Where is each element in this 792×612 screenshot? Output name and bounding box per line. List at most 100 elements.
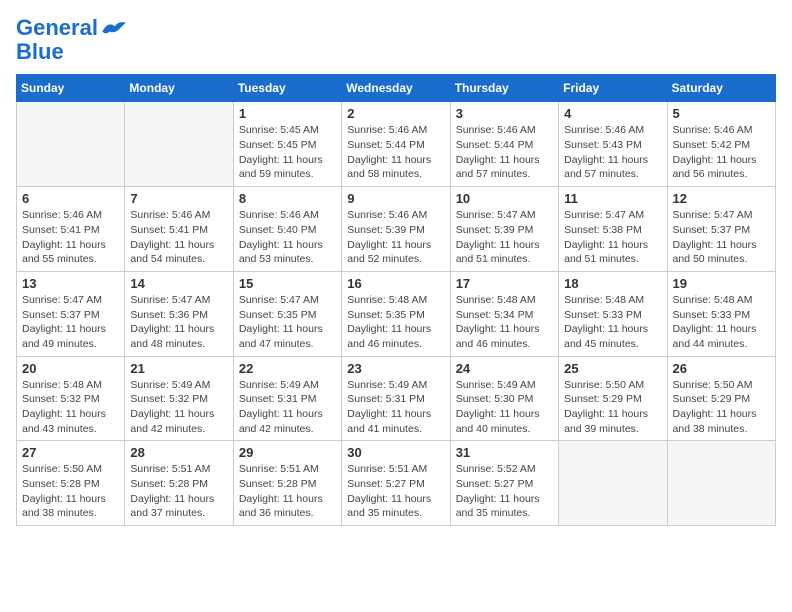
- day-number: 20: [22, 361, 119, 376]
- calendar-cell: 3 Sunrise: 5:46 AMSunset: 5:44 PMDaylight…: [450, 102, 558, 187]
- calendar-table: SundayMondayTuesdayWednesdayThursdayFrid…: [16, 74, 776, 526]
- calendar-header-monday: Monday: [125, 75, 233, 102]
- calendar-cell: 6 Sunrise: 5:46 AMSunset: 5:41 PMDaylight…: [17, 187, 125, 272]
- day-detail: Sunrise: 5:48 AMSunset: 5:33 PMDaylight:…: [673, 293, 770, 352]
- calendar-header-tuesday: Tuesday: [233, 75, 341, 102]
- day-number: 17: [456, 276, 553, 291]
- day-detail: Sunrise: 5:48 AMSunset: 5:34 PMDaylight:…: [456, 293, 553, 352]
- calendar-cell: [667, 441, 775, 526]
- day-detail: Sunrise: 5:47 AMSunset: 5:37 PMDaylight:…: [22, 293, 119, 352]
- day-number: 19: [673, 276, 770, 291]
- day-number: 3: [456, 106, 553, 121]
- day-detail: Sunrise: 5:46 AMSunset: 5:42 PMDaylight:…: [673, 123, 770, 182]
- day-number: 15: [239, 276, 336, 291]
- day-number: 4: [564, 106, 661, 121]
- calendar-week-row: 13 Sunrise: 5:47 AMSunset: 5:37 PMDayligh…: [17, 271, 776, 356]
- day-number: 7: [130, 191, 227, 206]
- calendar-cell: 10 Sunrise: 5:47 AMSunset: 5:39 PMDayligh…: [450, 187, 558, 272]
- day-number: 18: [564, 276, 661, 291]
- day-detail: Sunrise: 5:46 AMSunset: 5:41 PMDaylight:…: [22, 208, 119, 267]
- day-number: 24: [456, 361, 553, 376]
- day-number: 13: [22, 276, 119, 291]
- day-detail: Sunrise: 5:47 AMSunset: 5:37 PMDaylight:…: [673, 208, 770, 267]
- calendar-cell: 21 Sunrise: 5:49 AMSunset: 5:32 PMDayligh…: [125, 356, 233, 441]
- day-detail: Sunrise: 5:45 AMSunset: 5:45 PMDaylight:…: [239, 123, 336, 182]
- day-detail: Sunrise: 5:47 AMSunset: 5:35 PMDaylight:…: [239, 293, 336, 352]
- logo-blue-text: Blue: [16, 40, 64, 64]
- calendar-cell: 24 Sunrise: 5:49 AMSunset: 5:30 PMDayligh…: [450, 356, 558, 441]
- calendar-cell: 17 Sunrise: 5:48 AMSunset: 5:34 PMDayligh…: [450, 271, 558, 356]
- calendar-cell: 25 Sunrise: 5:50 AMSunset: 5:29 PMDayligh…: [559, 356, 667, 441]
- calendar-cell: 28Sunrise: 5:51 AMSunset: 5:28 PMDayligh…: [125, 441, 233, 526]
- day-detail: Sunrise: 5:51 AMSunset: 5:27 PMDaylight:…: [347, 462, 444, 521]
- calendar-cell: 14Sunrise: 5:47 AMSunset: 5:36 PMDayligh…: [125, 271, 233, 356]
- calendar-cell: 11Sunrise: 5:47 AMSunset: 5:38 PMDayligh…: [559, 187, 667, 272]
- day-number: 25: [564, 361, 661, 376]
- calendar-cell: 1 Sunrise: 5:45 AMSunset: 5:45 PMDaylight…: [233, 102, 341, 187]
- day-detail: Sunrise: 5:48 AMSunset: 5:35 PMDaylight:…: [347, 293, 444, 352]
- day-detail: Sunrise: 5:48 AMSunset: 5:33 PMDaylight:…: [564, 293, 661, 352]
- calendar-cell: [559, 441, 667, 526]
- calendar-cell: 9Sunrise: 5:46 AMSunset: 5:39 PMDaylight…: [342, 187, 450, 272]
- calendar-cell: 23 Sunrise: 5:49 AMSunset: 5:31 PMDayligh…: [342, 356, 450, 441]
- day-detail: Sunrise: 5:49 AMSunset: 5:32 PMDaylight:…: [130, 378, 227, 437]
- day-detail: Sunrise: 5:50 AMSunset: 5:29 PMDaylight:…: [564, 378, 661, 437]
- day-number: 30: [347, 445, 444, 460]
- day-number: 26: [673, 361, 770, 376]
- calendar-week-row: 20Sunrise: 5:48 AMSunset: 5:32 PMDayligh…: [17, 356, 776, 441]
- day-detail: Sunrise: 5:49 AMSunset: 5:30 PMDaylight:…: [456, 378, 553, 437]
- day-number: 29: [239, 445, 336, 460]
- day-number: 10: [456, 191, 553, 206]
- day-detail: Sunrise: 5:52 AMSunset: 5:27 PMDaylight:…: [456, 462, 553, 521]
- day-detail: Sunrise: 5:46 AMSunset: 5:43 PMDaylight:…: [564, 123, 661, 182]
- calendar-cell: 2Sunrise: 5:46 AMSunset: 5:44 PMDaylight…: [342, 102, 450, 187]
- calendar-header-thursday: Thursday: [450, 75, 558, 102]
- day-number: 27: [22, 445, 119, 460]
- day-number: 2: [347, 106, 444, 121]
- day-number: 5: [673, 106, 770, 121]
- day-detail: Sunrise: 5:49 AMSunset: 5:31 PMDaylight:…: [239, 378, 336, 437]
- day-detail: Sunrise: 5:47 AMSunset: 5:38 PMDaylight:…: [564, 208, 661, 267]
- logo-bird-icon: [100, 19, 128, 37]
- calendar-cell: 5 Sunrise: 5:46 AMSunset: 5:42 PMDaylight…: [667, 102, 775, 187]
- calendar-header-wednesday: Wednesday: [342, 75, 450, 102]
- day-number: 6: [22, 191, 119, 206]
- calendar-header-saturday: Saturday: [667, 75, 775, 102]
- day-number: 22: [239, 361, 336, 376]
- day-detail: Sunrise: 5:50 AMSunset: 5:28 PMDaylight:…: [22, 462, 119, 521]
- calendar-week-row: 1 Sunrise: 5:45 AMSunset: 5:45 PMDaylight…: [17, 102, 776, 187]
- day-number: 31: [456, 445, 553, 460]
- logo-text: General: [16, 16, 98, 40]
- calendar-cell: 18 Sunrise: 5:48 AMSunset: 5:33 PMDayligh…: [559, 271, 667, 356]
- day-number: 16: [347, 276, 444, 291]
- day-detail: Sunrise: 5:49 AMSunset: 5:31 PMDaylight:…: [347, 378, 444, 437]
- calendar-cell: 22 Sunrise: 5:49 AMSunset: 5:31 PMDayligh…: [233, 356, 341, 441]
- day-detail: Sunrise: 5:51 AMSunset: 5:28 PMDaylight:…: [239, 462, 336, 521]
- calendar-cell: 29 Sunrise: 5:51 AMSunset: 5:28 PMDayligh…: [233, 441, 341, 526]
- calendar-header-sunday: Sunday: [17, 75, 125, 102]
- day-detail: Sunrise: 5:51 AMSunset: 5:28 PMDaylight:…: [130, 462, 227, 521]
- calendar-week-row: 27 Sunrise: 5:50 AMSunset: 5:28 PMDayligh…: [17, 441, 776, 526]
- day-detail: Sunrise: 5:46 AMSunset: 5:40 PMDaylight:…: [239, 208, 336, 267]
- calendar-cell: 15 Sunrise: 5:47 AMSunset: 5:35 PMDayligh…: [233, 271, 341, 356]
- day-number: 1: [239, 106, 336, 121]
- calendar-cell: 12 Sunrise: 5:47 AMSunset: 5:37 PMDayligh…: [667, 187, 775, 272]
- day-number: 8: [239, 191, 336, 206]
- day-number: 12: [673, 191, 770, 206]
- day-detail: Sunrise: 5:47 AMSunset: 5:39 PMDaylight:…: [456, 208, 553, 267]
- calendar-cell: 8 Sunrise: 5:46 AMSunset: 5:40 PMDaylight…: [233, 187, 341, 272]
- calendar-cell: 7 Sunrise: 5:46 AMSunset: 5:41 PMDaylight…: [125, 187, 233, 272]
- calendar-cell: 26 Sunrise: 5:50 AMSunset: 5:29 PMDayligh…: [667, 356, 775, 441]
- calendar-header-friday: Friday: [559, 75, 667, 102]
- day-detail: Sunrise: 5:46 AMSunset: 5:41 PMDaylight:…: [130, 208, 227, 267]
- day-detail: Sunrise: 5:47 AMSunset: 5:36 PMDaylight:…: [130, 293, 227, 352]
- calendar-cell: 16 Sunrise: 5:48 AMSunset: 5:35 PMDayligh…: [342, 271, 450, 356]
- day-detail: Sunrise: 5:50 AMSunset: 5:29 PMDaylight:…: [673, 378, 770, 437]
- page-header: General Blue: [16, 16, 776, 64]
- day-number: 23: [347, 361, 444, 376]
- calendar-cell: 19 Sunrise: 5:48 AMSunset: 5:33 PMDayligh…: [667, 271, 775, 356]
- calendar-header-row: SundayMondayTuesdayWednesdayThursdayFrid…: [17, 75, 776, 102]
- day-detail: Sunrise: 5:46 AMSunset: 5:44 PMDaylight:…: [456, 123, 553, 182]
- day-number: 21: [130, 361, 227, 376]
- calendar-cell: 27 Sunrise: 5:50 AMSunset: 5:28 PMDayligh…: [17, 441, 125, 526]
